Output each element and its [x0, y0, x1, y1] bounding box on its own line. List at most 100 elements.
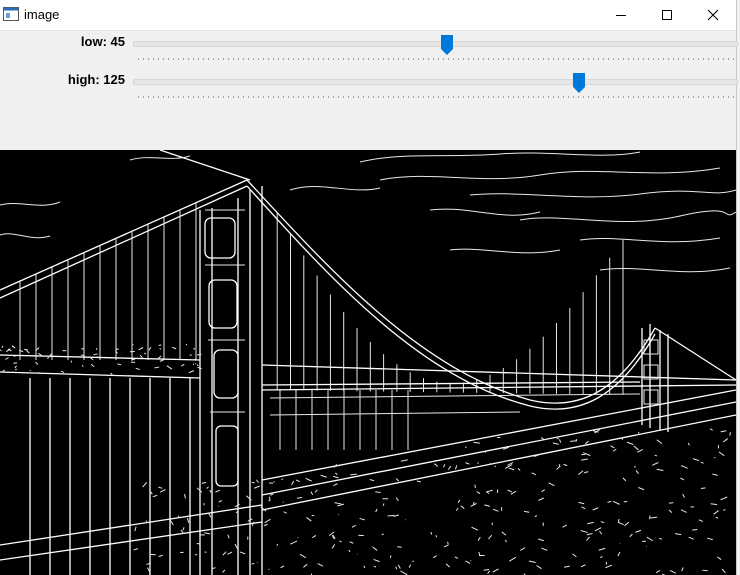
shoreline-edge — [477, 462, 479, 464]
shoreline-edge — [455, 507, 459, 511]
shoreline-edge — [5, 357, 9, 360]
shoreline-edge — [447, 541, 449, 545]
shoreline-edge — [160, 488, 166, 493]
shoreline-edge — [473, 441, 480, 444]
shoreline-edge — [197, 366, 202, 370]
shoreline-edge — [471, 526, 479, 531]
shoreline-edge — [26, 350, 30, 354]
shoreline-edge — [167, 365, 173, 370]
shoreline-edge — [681, 567, 684, 572]
close-button[interactable] — [690, 0, 736, 30]
shoreline-edge — [245, 495, 252, 501]
shoreline-edge — [581, 458, 588, 461]
shoreline-edge — [333, 475, 339, 479]
shoreline-edge — [333, 483, 338, 487]
shoreline-edge — [583, 471, 589, 474]
trackbar-low-thumb[interactable] — [440, 35, 453, 55]
shoreline-edge — [520, 547, 526, 551]
maximize-button[interactable] — [644, 0, 690, 30]
trackbar-high-thumb[interactable] — [573, 73, 586, 93]
shoreline-edge — [373, 558, 380, 563]
shoreline-edge — [348, 549, 351, 553]
shoreline-edge — [633, 445, 639, 451]
shoreline-edge — [306, 517, 312, 522]
shoreline-edge — [93, 353, 98, 356]
shoreline-edge — [538, 497, 544, 501]
trackbar-low-label: low: 45 — [80, 34, 125, 49]
shoreline-edge — [578, 470, 584, 475]
shoreline-edge — [369, 478, 375, 482]
shoreline-edge — [235, 511, 238, 514]
shoreline-edge — [201, 481, 207, 484]
shoreline-edge — [483, 569, 490, 571]
shoreline-edge — [1, 345, 4, 348]
shoreline-edge — [649, 515, 651, 520]
shoreline-edge — [349, 541, 354, 544]
shoreline-edge — [447, 465, 452, 470]
minimize-icon — [616, 15, 626, 16]
shoreline-edge — [188, 370, 195, 374]
trackbar-high-ticks — [138, 96, 736, 98]
shoreline-edge — [492, 508, 499, 512]
shoreline-edge — [680, 465, 688, 469]
trackbar-low-ticks — [138, 58, 736, 60]
shoreline-edge — [430, 531, 433, 535]
shoreline-edge — [412, 560, 414, 563]
shoreline-edge — [264, 518, 271, 524]
shoreline-edge — [541, 547, 548, 551]
shoreline-edge — [395, 497, 399, 502]
shoreline-edge — [656, 439, 663, 445]
shoreline-edge — [698, 519, 704, 522]
title-bar[interactable]: image — [0, 0, 736, 31]
shoreline-edge — [474, 484, 476, 489]
shoreline-edge — [592, 507, 599, 511]
shoreline-edge — [251, 481, 255, 484]
shoreline-edge — [283, 511, 287, 514]
shoreline-edge — [622, 477, 627, 482]
shoreline-edge — [172, 346, 177, 350]
shoreline-edge — [331, 544, 336, 549]
shoreline-edge — [90, 363, 95, 368]
shoreline-edge — [692, 528, 698, 531]
trackbar-high-track[interactable] — [133, 79, 738, 85]
shoreline-edge — [148, 346, 152, 351]
shoreline-edge — [476, 491, 481, 495]
shoreline-edge — [534, 515, 538, 518]
shoreline-edge — [334, 502, 342, 505]
shoreline-edge — [134, 526, 137, 532]
trackbar-low-track[interactable] — [133, 41, 738, 47]
shoreline-edge — [585, 440, 589, 445]
shoreline-edge — [682, 493, 685, 498]
shoreline-edge — [299, 553, 307, 559]
shoreline-edge — [723, 509, 726, 511]
app-window-icon — [3, 7, 19, 21]
shoreline-edge — [14, 365, 17, 369]
shoreline-edge — [651, 462, 659, 466]
shoreline-edge — [700, 487, 706, 490]
shoreline-edge — [375, 508, 378, 513]
shoreline-edge — [712, 473, 718, 476]
shoreline-edge — [465, 462, 470, 465]
canny-edge-image — [0, 150, 736, 575]
shoreline-edge — [70, 360, 73, 363]
shoreline-edge — [612, 448, 617, 452]
shoreline-edge — [587, 521, 594, 525]
shoreline-edge — [227, 551, 233, 555]
shoreline-edge — [387, 514, 395, 517]
shoreline-edge — [558, 439, 562, 443]
lower-truss — [29, 378, 409, 575]
shoreline-edge — [457, 499, 461, 503]
shoreline-edge — [581, 506, 586, 510]
shoreline-edge — [692, 458, 700, 462]
shoreline-edge — [206, 486, 209, 489]
shoreline-edge — [251, 521, 254, 527]
shoreline-edge — [688, 536, 694, 540]
minimize-button[interactable] — [598, 0, 644, 30]
shoreline-edge — [598, 547, 606, 551]
shoreline-edge — [363, 565, 366, 569]
shoreline-edge — [507, 489, 513, 493]
cloud-edges — [0, 151, 736, 273]
shoreline-edge — [517, 467, 521, 471]
shoreline-edge — [253, 485, 260, 489]
shoreline-edge — [629, 533, 633, 538]
